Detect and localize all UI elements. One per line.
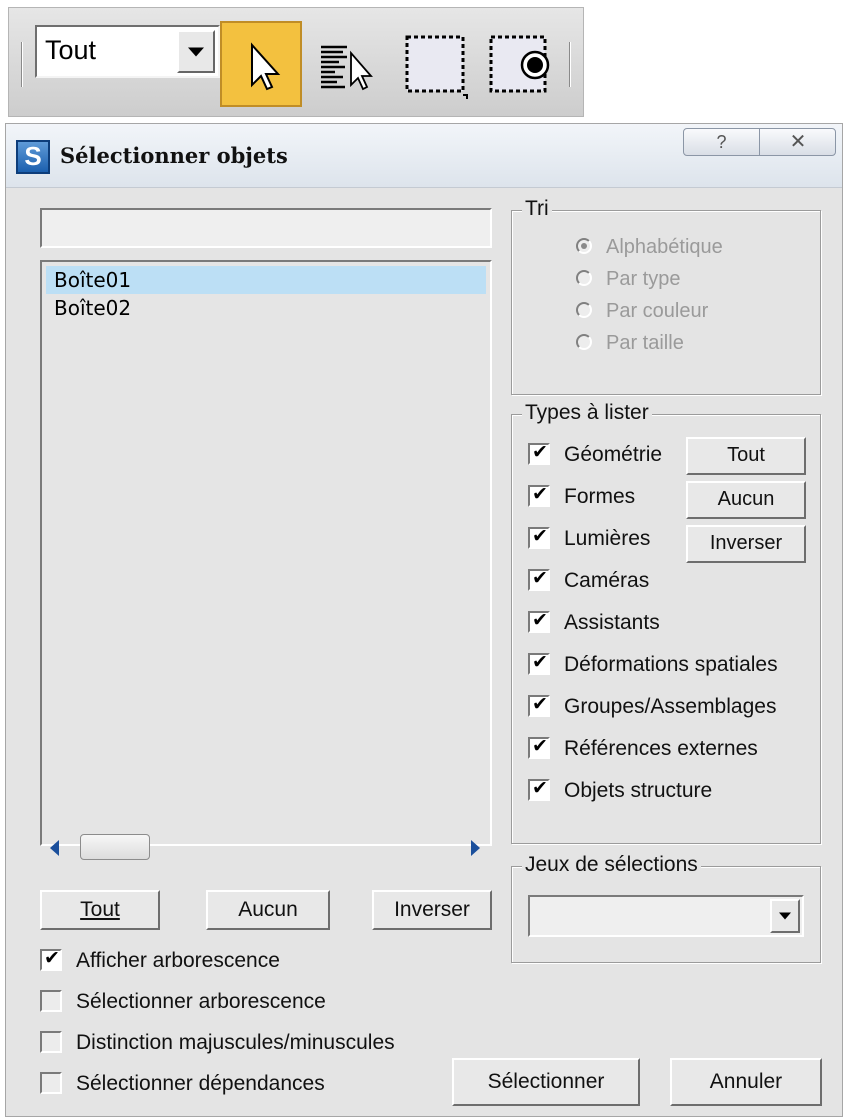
- main-toolbar: Tout: [8, 7, 584, 117]
- checkbox[interactable]: [528, 525, 550, 549]
- checkbox[interactable]: [40, 990, 62, 1012]
- list-types-group-title: Types à lister: [522, 401, 652, 425]
- caption-buttons: ? ✕: [683, 128, 836, 156]
- types-invert-button[interactable]: Inverser: [686, 525, 806, 563]
- sort-option-label: Par type: [606, 268, 681, 290]
- list-invert-label: Inverser: [394, 898, 470, 921]
- cancel-button[interactable]: Annuler: [670, 1058, 822, 1106]
- selection-sets-dropdown-button[interactable]: [770, 899, 800, 933]
- radio-button[interactable]: [576, 302, 592, 318]
- window-crossing-icon: [489, 35, 550, 93]
- select-object-button[interactable]: [220, 21, 302, 107]
- checkbox[interactable]: [40, 1031, 62, 1053]
- select-by-name-button[interactable]: [309, 21, 391, 107]
- selection-sets-group: Jeux de sélections: [511, 853, 821, 963]
- type-label: Groupes/Assemblages: [564, 695, 777, 718]
- list-none-label: Aucun: [238, 898, 298, 921]
- sort-option-label: Alphabétique: [606, 236, 723, 258]
- checkbox[interactable]: [528, 735, 550, 759]
- type-label: Formes: [564, 485, 636, 508]
- type-label: Lumières: [564, 527, 651, 550]
- toolbar-separator: [569, 42, 571, 87]
- list-invert-button[interactable]: Inverser: [372, 890, 492, 930]
- types-none-label: Aucun: [717, 488, 775, 510]
- chevron-down-icon: [779, 912, 791, 920]
- option-label: Afficher arborescence: [76, 949, 280, 972]
- checkbox[interactable]: [40, 1072, 62, 1094]
- select-button-label: Sélectionner: [487, 1070, 605, 1093]
- rectangular-selection-region-button[interactable]: [397, 21, 479, 107]
- list-item[interactable]: Boîte01: [46, 266, 486, 294]
- list-none-button[interactable]: Aucun: [206, 890, 330, 930]
- sort-group: Tri Alphabétique Par type Par couleur Pa…: [511, 197, 821, 395]
- chevron-down-icon: [188, 47, 204, 56]
- checkbox[interactable]: [528, 777, 550, 801]
- select-objects-dialog: S Sélectionner objets ? ✕ Boîte01 Boîte0…: [5, 123, 843, 1117]
- option-label: Sélectionner arborescence: [76, 990, 326, 1013]
- app-logo-icon: S: [16, 140, 50, 174]
- types-invert-label: Inverser: [709, 532, 783, 554]
- sort-option-label: Par taille: [606, 332, 684, 354]
- object-name-search-field[interactable]: [40, 208, 492, 248]
- checkbox[interactable]: [528, 609, 550, 633]
- selection-sets-group-title: Jeux de sélections: [522, 853, 701, 877]
- type-label: Géométrie: [564, 443, 663, 466]
- cancel-button-label: Annuler: [709, 1070, 783, 1093]
- close-button[interactable]: ✕: [761, 129, 835, 155]
- types-all-button[interactable]: Tout: [686, 437, 806, 475]
- sort-option-label: Par couleur: [606, 300, 709, 322]
- close-icon: ✕: [789, 131, 807, 153]
- checkbox[interactable]: [528, 651, 550, 675]
- type-label: Objets structure: [564, 779, 713, 802]
- list-all-button[interactable]: Tout: [40, 890, 160, 930]
- checkbox[interactable]: [528, 693, 550, 717]
- option-label: Sélectionner dépendances: [76, 1072, 325, 1095]
- selection-filter-dropdown-button[interactable]: [177, 30, 215, 73]
- checkbox[interactable]: [40, 947, 62, 971]
- dialog-title: Sélectionner objets: [60, 143, 288, 168]
- list-types-group: Types à lister Géométrie Formes Lumières…: [511, 401, 821, 844]
- rectangle-selection-icon: [405, 35, 468, 99]
- select-by-name-icon: [321, 45, 373, 91]
- sort-group-title: Tri: [522, 197, 552, 221]
- list-item[interactable]: Boîte02: [46, 294, 486, 322]
- types-all-label: Tout: [727, 444, 765, 466]
- toolbar-separator: [21, 42, 23, 87]
- selection-filter-value: Tout: [45, 35, 97, 65]
- list-all-label: Tout: [80, 898, 120, 921]
- radio-button[interactable]: [576, 238, 592, 254]
- object-list[interactable]: Boîte01 Boîte02: [40, 260, 492, 846]
- scroll-right-arrow-icon[interactable]: [471, 840, 480, 856]
- horizontal-scrollbar[interactable]: [40, 828, 492, 868]
- scrollbar-thumb[interactable]: [80, 834, 150, 860]
- selection-sets-dropdown[interactable]: [528, 895, 804, 937]
- radio-button[interactable]: [576, 334, 592, 350]
- help-button[interactable]: ?: [684, 129, 760, 155]
- type-label: Assistants: [564, 611, 660, 634]
- window-crossing-button[interactable]: [483, 21, 565, 107]
- radio-button[interactable]: [576, 270, 592, 286]
- type-label: Déformations spatiales: [564, 653, 778, 676]
- option-label: Distinction majuscules/minuscules: [76, 1031, 395, 1054]
- search-input[interactable]: [42, 210, 490, 246]
- type-label: Caméras: [564, 569, 650, 592]
- help-icon: ?: [716, 132, 727, 152]
- scroll-left-arrow-icon[interactable]: [50, 840, 59, 856]
- checkbox[interactable]: [528, 483, 550, 507]
- dialog-titlebar: S Sélectionner objets ? ✕: [6, 124, 842, 188]
- select-button[interactable]: Sélectionner: [452, 1058, 640, 1106]
- cursor-arrow-icon: [251, 42, 281, 91]
- selection-filter-dropdown[interactable]: Tout: [35, 25, 220, 78]
- checkbox[interactable]: [528, 567, 550, 591]
- type-label: Références externes: [564, 737, 758, 760]
- checkbox[interactable]: [528, 441, 550, 465]
- types-none-button[interactable]: Aucun: [686, 481, 806, 519]
